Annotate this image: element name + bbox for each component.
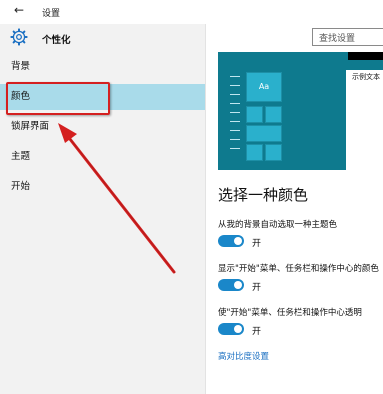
toggle-state-transparency: 开 xyxy=(252,327,262,337)
toggle-show-color[interactable] xyxy=(218,279,244,291)
toggle-knob xyxy=(234,325,242,333)
back-button[interactable]: ← xyxy=(14,3,24,17)
toggle-auto-color[interactable] xyxy=(218,235,244,247)
color-preview: Aa 示例文本 xyxy=(218,52,383,170)
content-pane: 查找设置 Aa 示例文本 选择一种颜色 从我的背景自动选取一种主题色 开 显示"… xyxy=(206,24,383,394)
annotation-highlight-box xyxy=(6,82,110,115)
sidebar-item-start[interactable]: 开始 xyxy=(0,174,205,200)
sidebar-item-themes[interactable]: 主题 xyxy=(0,144,205,170)
preview-sample-text: 示例文本 xyxy=(352,73,380,81)
nav-header: 个性化 xyxy=(0,24,205,54)
toggle-knob xyxy=(234,281,242,289)
search-input[interactable]: 查找设置 xyxy=(312,28,383,46)
nav-pane: 个性化 背景 颜色 锁屏界面 主题 开始 xyxy=(0,24,205,394)
preview-window: 示例文本 xyxy=(346,60,383,170)
toggle-knob xyxy=(234,237,242,245)
gear-icon xyxy=(10,28,28,46)
preview-menu-lines xyxy=(230,76,240,166)
sidebar-item-background[interactable]: 背景 xyxy=(0,54,205,80)
section-heading: 选择一种颜色 xyxy=(218,186,309,204)
high-contrast-link[interactable]: 高对比度设置 xyxy=(218,350,269,362)
setting-label-transparency: 使"开始"菜单、任务栏和操作中心透明 xyxy=(218,308,362,318)
page-title: 个性化 xyxy=(42,35,71,46)
preview-window-title xyxy=(346,60,383,70)
title-bar: ← 设置 xyxy=(0,0,383,24)
setting-label-show-color: 显示"开始"菜单、任务栏和操作中心的颜色 xyxy=(218,264,379,274)
window-title: 设置 xyxy=(42,9,61,19)
setting-label-auto-color: 从我的背景自动选取一种主题色 xyxy=(218,220,338,230)
sidebar-item-lock-screen[interactable]: 锁屏界面 xyxy=(0,114,205,140)
preview-start-menu: Aa xyxy=(218,52,348,170)
toggle-transparency[interactable] xyxy=(218,323,244,335)
preview-tile-aa: Aa xyxy=(246,72,282,102)
toggle-state-auto-color: 开 xyxy=(252,239,262,249)
settings-window: ← 设置 个性化 背景 颜色 锁屏界面 主题 开始 查找设置 Aa 示例文本 选… xyxy=(0,0,383,394)
preview-tiles: Aa xyxy=(246,72,306,164)
toggle-state-show-color: 开 xyxy=(252,283,262,293)
